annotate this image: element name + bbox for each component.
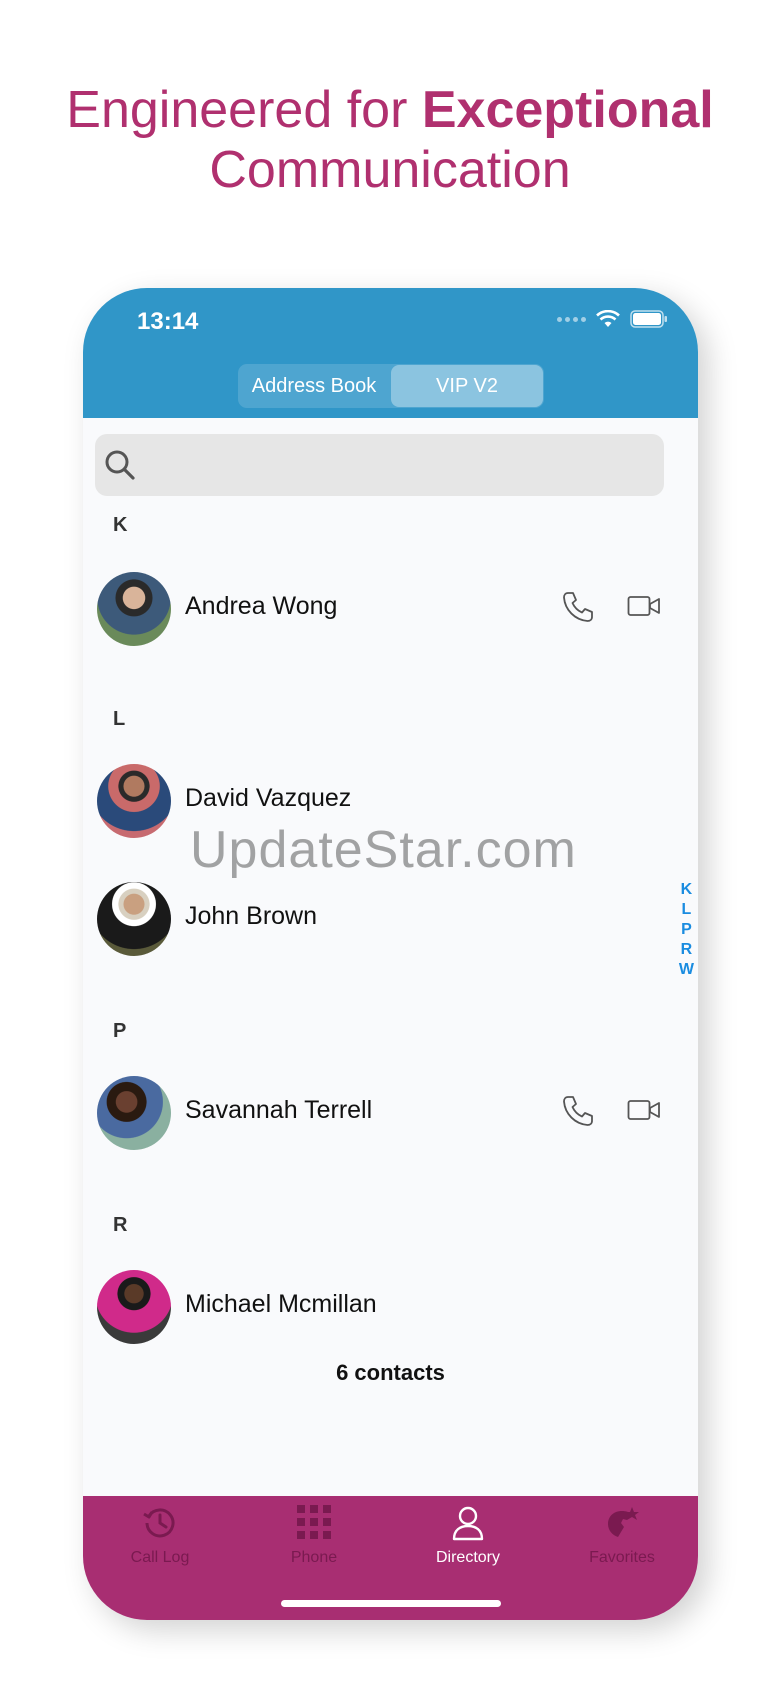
section-letter-l: L	[113, 708, 126, 730]
index-letter[interactable]: L	[682, 900, 692, 920]
contact-row[interactable]: Andrea Wong	[83, 568, 698, 648]
tab-label: Call Log	[130, 1549, 190, 1566]
alphabet-index[interactable]: K L P R W	[679, 880, 694, 980]
contact-row[interactable]: John Brown	[83, 878, 698, 958]
contact-name: Michael Mcmillan	[185, 1290, 377, 1318]
index-letter[interactable]: R	[681, 940, 693, 960]
dialpad-icon	[297, 1505, 331, 1539]
contact-name: John Brown	[185, 902, 318, 930]
contact-name: Savannah Terrell	[185, 1096, 373, 1124]
segment-vip-v2[interactable]: VIP V2	[391, 365, 543, 407]
headline: Engineered for Exceptional Communication	[0, 80, 780, 200]
contact-row[interactable]: Michael Mcmillan	[83, 1266, 698, 1346]
status-icons	[557, 310, 668, 328]
search-input[interactable]	[95, 434, 664, 496]
headline-line2: Communication	[209, 141, 571, 199]
phone-frame: 13:14 Address Book VIP V2 K Andrea Wong …	[83, 288, 698, 1620]
phone-icon[interactable]	[561, 1094, 595, 1128]
index-letter[interactable]: P	[681, 920, 692, 940]
index-letter[interactable]: W	[679, 960, 694, 980]
home-indicator	[281, 1600, 501, 1607]
phone-star-icon	[608, 1507, 639, 1537]
person-icon	[452, 1506, 484, 1541]
avatar	[97, 1270, 171, 1344]
contact-name: Andrea Wong	[185, 592, 338, 620]
section-letter-p: P	[113, 1020, 127, 1042]
tab-call-log[interactable]: Call Log	[83, 1504, 237, 1567]
phone-icon[interactable]	[561, 590, 595, 624]
wifi-icon	[596, 310, 620, 327]
clock-history-icon	[143, 1508, 175, 1538]
headline-bold: Exceptional	[421, 81, 714, 139]
avatar	[97, 764, 171, 838]
battery-icon	[630, 310, 667, 328]
watermark: UpdateStar.com	[190, 821, 577, 879]
video-camera-icon[interactable]	[627, 1098, 661, 1122]
tab-label: Phone	[290, 1549, 338, 1566]
avatar	[97, 882, 171, 956]
tab-phone[interactable]: Phone	[237, 1504, 391, 1567]
signal-icon	[557, 316, 586, 322]
section-letter-r: R	[113, 1214, 128, 1236]
contact-row[interactable]: Savannah Terrell	[83, 1072, 698, 1152]
headline-prefix: Engineered for	[66, 81, 422, 139]
tab-directory[interactable]: Directory	[391, 1504, 545, 1567]
search-icon	[105, 450, 135, 480]
segmented-control: Address Book VIP V2	[238, 364, 544, 408]
top-bar: 13:14 Address Book VIP V2	[83, 288, 698, 418]
status-time: 13:14	[137, 308, 199, 335]
tab-label: Favorites	[589, 1549, 655, 1566]
video-camera-icon[interactable]	[627, 594, 661, 618]
tab-label: Directory	[435, 1549, 500, 1566]
avatar	[97, 1076, 171, 1150]
tab-favorites[interactable]: Favorites	[545, 1504, 698, 1567]
contact-count: 6 contacts	[336, 1360, 445, 1385]
contact-name: David Vazquez	[185, 784, 352, 812]
index-letter[interactable]: K	[681, 880, 693, 900]
segment-address-book[interactable]: Address Book	[238, 364, 390, 408]
section-letter-k: K	[113, 514, 128, 536]
avatar	[97, 572, 171, 646]
